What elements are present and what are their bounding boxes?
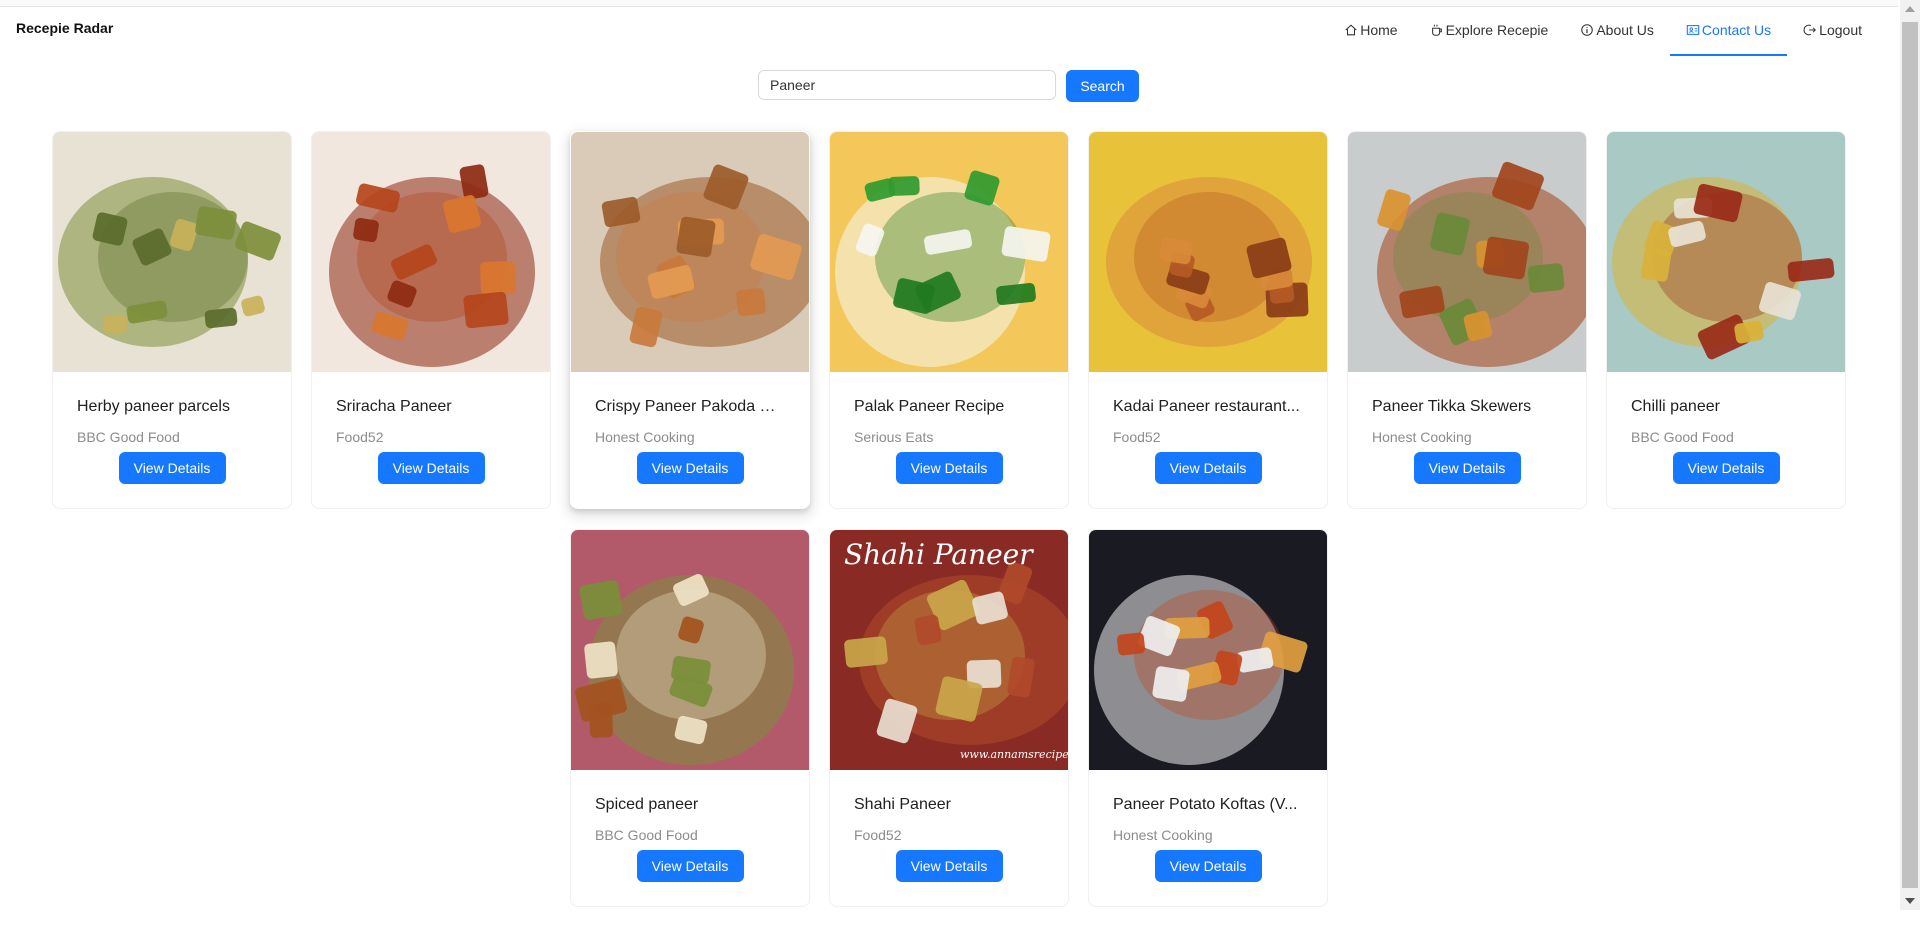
recipe-image[interactable] xyxy=(830,132,1068,372)
card-body: Spiced paneer BBC Good Food View Details xyxy=(571,770,809,882)
view-details-button[interactable]: View Details xyxy=(1672,452,1780,484)
nav-label-contact: Contact Us xyxy=(1701,22,1772,38)
nav-label-home: Home xyxy=(1360,22,1398,38)
recipe-source: BBC Good Food xyxy=(595,827,698,843)
recipe-source: Food52 xyxy=(1113,429,1161,445)
recipe-card[interactable]: Chilli paneer BBC Good Food View Details xyxy=(1606,131,1846,509)
scroll-up-arrow-icon[interactable] xyxy=(1905,6,1915,12)
main-menu: Home Explore Recepie About Us Contact Us… xyxy=(1328,6,1878,56)
logout-icon xyxy=(1803,24,1817,36)
recipe-title[interactable]: Shahi Paneer xyxy=(854,794,1044,816)
recipe-image[interactable] xyxy=(53,132,291,372)
recipe-source: Honest Cooking xyxy=(595,429,695,445)
recipe-card[interactable]: Crispy Paneer Pakoda Fr... Honest Cookin… xyxy=(570,131,810,509)
card-body: Kadai Paneer restaurant... Food52 View D… xyxy=(1089,372,1327,484)
recipe-source: Food52 xyxy=(336,429,384,445)
recipe-source: Serious Eats xyxy=(854,429,934,445)
home-icon xyxy=(1345,24,1357,36)
recipe-card[interactable]: Kadai Paneer restaurant... Food52 View D… xyxy=(1088,131,1328,509)
recipe-row: Spiced paneer BBC Good Food View Details… xyxy=(0,529,1898,907)
nav-item-home[interactable]: Home xyxy=(1328,6,1413,54)
recipe-title[interactable]: Palak Paneer Recipe xyxy=(854,396,1044,418)
top-navbar: Recepie Radar Home Explore Recepie About… xyxy=(0,6,1898,56)
recipe-card[interactable]: Paneer Potato Koftas (V... Honest Cookin… xyxy=(1088,529,1328,907)
recipe-title[interactable]: Paneer Potato Koftas (V... xyxy=(1113,794,1303,816)
recipe-title[interactable]: Herby paneer parcels xyxy=(77,396,267,418)
recipe-image[interactable] xyxy=(571,132,809,372)
view-details-button[interactable]: View Details xyxy=(1413,452,1521,484)
recipe-image[interactable] xyxy=(1089,132,1327,372)
search-input[interactable] xyxy=(758,70,1056,100)
recipe-card[interactable]: Spiced paneer BBC Good Food View Details xyxy=(570,529,810,907)
card-body: Shahi Paneer Food52 View Details xyxy=(830,770,1068,882)
recipe-title[interactable]: Kadai Paneer restaurant... xyxy=(1113,396,1303,418)
recipe-title[interactable]: Chilli paneer xyxy=(1631,396,1821,418)
view-details-button[interactable]: View Details xyxy=(895,452,1003,484)
recipe-row: Herby paneer parcels BBC Good Food View … xyxy=(0,131,1898,509)
nav-label-logout: Logout xyxy=(1819,22,1862,38)
search-bar: Search xyxy=(758,70,1139,102)
view-details-button[interactable]: View Details xyxy=(1154,850,1262,882)
recipe-title[interactable]: Sriracha Paneer xyxy=(336,396,526,418)
card-body: Paneer Potato Koftas (V... Honest Cookin… xyxy=(1089,770,1327,882)
recipe-source: Food52 xyxy=(854,827,902,843)
recipe-source: BBC Good Food xyxy=(1631,429,1734,445)
card-body: Palak Paneer Recipe Serious Eats View De… xyxy=(830,372,1068,484)
brand-logo-text[interactable]: Recepie Radar xyxy=(16,20,113,36)
view-details-button[interactable]: View Details xyxy=(895,850,1003,882)
card-body: Herby paneer parcels BBC Good Food View … xyxy=(53,372,291,484)
recipe-source: Honest Cooking xyxy=(1372,429,1472,445)
recipe-source: Honest Cooking xyxy=(1113,827,1213,843)
nav-label-about: About Us xyxy=(1596,22,1654,38)
scroll-down-arrow-icon[interactable] xyxy=(1905,898,1915,904)
recipe-card[interactable]: Palak Paneer Recipe Serious Eats View De… xyxy=(829,131,1069,509)
photo-overlay-text: Shahi Paneer xyxy=(844,538,1034,571)
view-details-button[interactable]: View Details xyxy=(636,850,744,882)
contact-card-icon xyxy=(1686,25,1700,35)
recipe-image[interactable] xyxy=(312,132,550,372)
recipe-source: BBC Good Food xyxy=(77,429,180,445)
recipe-image[interactable] xyxy=(571,530,809,770)
recipe-image[interactable] xyxy=(1348,132,1586,372)
vertical-scrollbar[interactable] xyxy=(1900,0,1920,910)
card-body: Chilli paneer BBC Good Food View Details xyxy=(1607,372,1845,484)
recipe-title[interactable]: Crispy Paneer Pakoda Fr... xyxy=(595,396,785,418)
info-icon xyxy=(1581,24,1594,36)
card-body: Paneer Tikka Skewers Honest Cooking View… xyxy=(1348,372,1586,484)
recipe-card[interactable]: Sriracha Paneer Food52 View Details xyxy=(311,131,551,509)
nav-label-explore: Explore Recepie xyxy=(1445,22,1549,38)
recipe-title[interactable]: Spiced paneer xyxy=(595,794,785,816)
scrollbar-thumb[interactable] xyxy=(1902,22,1918,888)
search-button[interactable]: Search xyxy=(1066,70,1139,102)
recipe-card[interactable]: Shahi Paneer www.annamsrecipes Shahi Pane… xyxy=(829,529,1069,907)
photo-watermark: www.annamsrecipes xyxy=(960,748,1069,761)
recipe-title[interactable]: Paneer Tikka Skewers xyxy=(1372,396,1562,418)
cup-icon xyxy=(1431,24,1442,36)
nav-item-contact[interactable]: Contact Us xyxy=(1669,6,1788,56)
card-body: Sriracha Paneer Food52 View Details xyxy=(312,372,550,484)
nav-item-logout[interactable]: Logout xyxy=(1787,6,1878,54)
recipe-card[interactable]: Paneer Tikka Skewers Honest Cooking View… xyxy=(1347,131,1587,509)
recipe-image[interactable] xyxy=(1089,530,1327,770)
view-details-button[interactable]: View Details xyxy=(118,452,226,484)
nav-item-about[interactable]: About Us xyxy=(1564,6,1670,54)
card-body: Crispy Paneer Pakoda Fr... Honest Cookin… xyxy=(571,372,809,484)
view-details-button[interactable]: View Details xyxy=(1154,452,1262,484)
recipe-image[interactable] xyxy=(1607,132,1845,372)
recipe-card[interactable]: Herby paneer parcels BBC Good Food View … xyxy=(52,131,292,509)
recipe-image[interactable]: Shahi Paneer www.annamsrecipes xyxy=(830,530,1069,770)
nav-item-explore[interactable]: Explore Recepie xyxy=(1414,6,1565,54)
view-details-button[interactable]: View Details xyxy=(636,452,744,484)
view-details-button[interactable]: View Details xyxy=(377,452,485,484)
recipe-grid: Herby paneer parcels BBC Good Food View … xyxy=(0,131,1898,927)
